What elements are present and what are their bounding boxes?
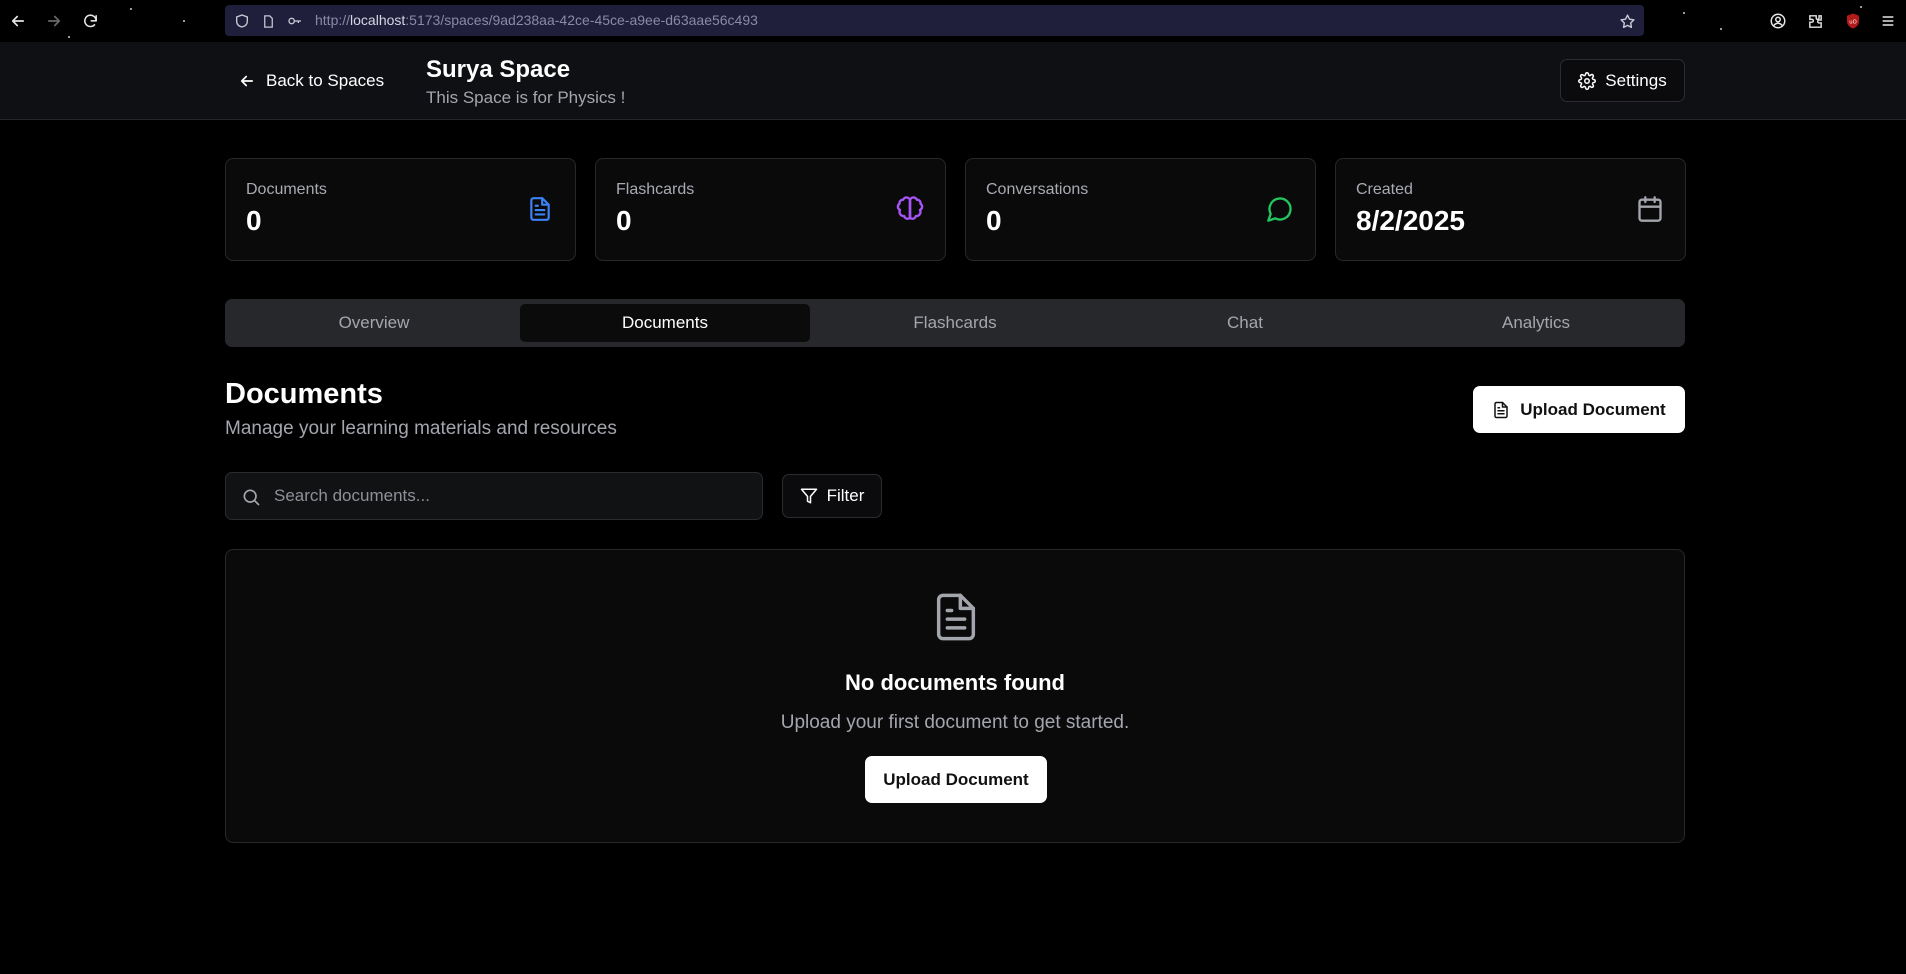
url-path: :5173/spaces/9ad238aa-42ce-45ce-a9ee-d63… [405, 12, 758, 28]
stat-label: Flashcards [616, 181, 695, 198]
document-icon [936, 593, 976, 641]
search-box [225, 472, 763, 520]
brain-icon [895, 194, 925, 224]
svg-text:uO: uO [1849, 19, 1856, 25]
stat-value: 0 [246, 205, 262, 236]
menu-icon[interactable] [1877, 10, 1899, 32]
upload-document-button[interactable]: Upload Document [1473, 386, 1685, 433]
stat-label: Documents [246, 181, 327, 198]
address-bar[interactable]: http://localhost:5173/spaces/9ad238aa-42… [225, 5, 1644, 36]
extensions-icon[interactable] [1804, 10, 1826, 32]
key-icon[interactable] [286, 12, 304, 30]
stat-card-created: Created 8/2/2025 [1335, 158, 1686, 261]
tab-documents[interactable]: Documents [520, 304, 810, 342]
empty-upload-document-button[interactable]: Upload Document [865, 756, 1047, 803]
gear-icon [1578, 71, 1597, 90]
stat-label: Conversations [986, 181, 1089, 198]
space-header: Back to Spaces Surya Space This Space is… [0, 42, 1906, 120]
account-icon[interactable] [1767, 10, 1789, 32]
url-host: localhost [350, 12, 406, 28]
filter-button[interactable]: Filter [782, 474, 882, 518]
section-title: Documents [225, 378, 383, 410]
search-icon [243, 489, 260, 506]
upload-document-label: Upload Document [1520, 399, 1666, 419]
back-to-spaces-button[interactable]: Back to Spaces [228, 63, 394, 99]
chat-bubble-icon [1265, 194, 1295, 224]
settings-button[interactable]: Settings [1560, 59, 1685, 102]
arrow-left-icon [240, 75, 254, 87]
calendar-icon [1635, 194, 1665, 224]
bookmark-star-icon[interactable] [1618, 12, 1636, 30]
page-icon[interactable] [259, 12, 277, 30]
empty-state-title: No documents found [845, 670, 1065, 695]
search-input[interactable] [274, 473, 754, 519]
page-title: Surya Space [426, 56, 571, 83]
back-arrow-icon[interactable] [6, 9, 30, 33]
ublock-icon[interactable]: uO [1842, 10, 1864, 32]
url-prefix: http:// [315, 12, 351, 28]
stat-label: Created [1356, 181, 1413, 198]
tab-flashcards[interactable]: Flashcards [810, 304, 1100, 342]
filter-icon [800, 488, 817, 504]
settings-label: Settings [1605, 70, 1667, 90]
shield-icon[interactable] [233, 12, 251, 30]
page-subtitle: This Space is for Physics ! [426, 88, 626, 107]
section-subtitle: Manage your learning materials and resou… [225, 418, 617, 439]
forward-arrow-icon[interactable] [42, 9, 66, 33]
reload-icon[interactable] [78, 9, 102, 33]
document-icon [1494, 401, 1509, 418]
tab-bar: Overview Documents Flashcards Chat Analy… [225, 299, 1685, 347]
stat-value: 0 [616, 205, 632, 236]
empty-state-panel: No documents found Upload your first doc… [225, 549, 1685, 843]
document-icon [525, 194, 555, 224]
tab-analytics[interactable]: Analytics [1391, 304, 1681, 342]
empty-state-subtitle: Upload your first document to get starte… [780, 712, 1130, 733]
stat-value: 8/2/2025 [1356, 205, 1465, 236]
url-text[interactable]: http://localhost:5173/spaces/9ad238aa-42… [315, 12, 758, 28]
filter-label: Filter [826, 486, 865, 505]
stat-value: 0 [986, 205, 1002, 236]
back-to-spaces-label: Back to Spaces [266, 71, 385, 90]
stat-card-flashcards: Flashcards 0 [595, 158, 946, 261]
stat-card-conversations: Conversations 0 [965, 158, 1316, 261]
browser-toolbar: http://localhost:5173/spaces/9ad238aa-42… [0, 0, 1906, 42]
tab-overview[interactable]: Overview [229, 304, 519, 342]
tab-chat[interactable]: Chat [1100, 304, 1390, 342]
stat-card-documents: Documents 0 [225, 158, 576, 261]
